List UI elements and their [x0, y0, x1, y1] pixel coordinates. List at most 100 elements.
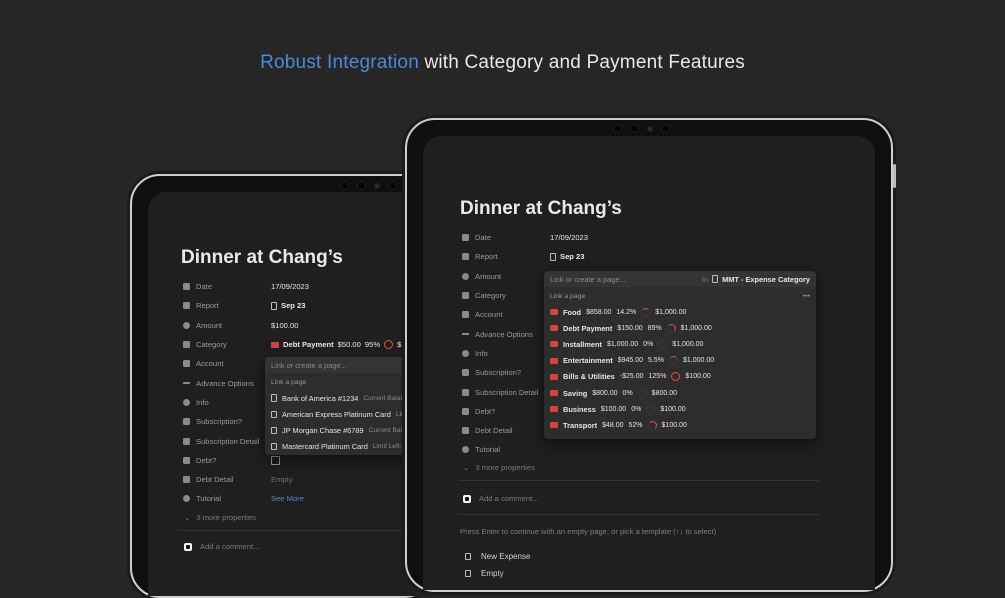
- property-row-report[interactable]: Report Sep 23: [183, 296, 408, 315]
- property-name: Subscription?: [462, 368, 550, 377]
- account-note: Current Balan: [363, 394, 405, 402]
- account-name: American Express Platinum Card: [282, 409, 391, 419]
- property-label: Account: [196, 359, 224, 369]
- divider: [458, 514, 819, 515]
- page-title: Dinner at Chang’s: [460, 198, 622, 219]
- more-properties-label: 3 more properties: [196, 513, 256, 522]
- property-name: Tutorial: [462, 445, 550, 454]
- property-row-tutorial[interactable]: Tutorial: [462, 440, 588, 459]
- value-text: See More: [271, 494, 304, 504]
- search-placeholder: Link or create a page...: [271, 360, 347, 370]
- link-search-input[interactable]: Link or create a page... In MMT - Expense…: [544, 271, 816, 287]
- template-new-expense[interactable]: New Expense: [465, 552, 530, 561]
- document-icon: [465, 569, 471, 578]
- more-properties-toggle[interactable]: ⌄ 3 more properties: [463, 463, 535, 472]
- debt-icon: [183, 456, 190, 464]
- target-database[interactable]: In MMT - Expense Category: [702, 275, 810, 284]
- document-icon: [271, 442, 277, 451]
- property-row-category[interactable]: Category Debt Payment $50.00 95% $1,: [183, 335, 408, 354]
- property-label: Subscription?: [475, 368, 522, 378]
- property-value[interactable]: Sep 23: [271, 301, 305, 310]
- category-spent: $858.00: [586, 308, 612, 316]
- property-row-amount[interactable]: Amount $100.00: [183, 316, 408, 335]
- property-label: Subscription Detail: [196, 436, 260, 446]
- installment-icon: [550, 341, 558, 348]
- document-icon: [271, 394, 277, 402]
- headline: Robust Integration with Category and Pay…: [0, 52, 1005, 74]
- account-note: Lin: [395, 410, 405, 418]
- property-value[interactable]: Empty: [271, 475, 293, 484]
- property-value[interactable]: $100.00: [271, 321, 298, 330]
- category-name: Food: [563, 307, 582, 317]
- tutorial-icon: [462, 446, 469, 454]
- property-row-date[interactable]: Date 17/09/2023: [462, 228, 588, 247]
- property-value[interactable]: Debt Payment $50.00 95% $1,: [271, 340, 408, 350]
- dropdown-items: Food $858.00 14.2% $1,000.00 Debt Payment $15…: [544, 304, 816, 434]
- category-option[interactable]: Business $100.00 0% $100.00: [544, 401, 816, 417]
- property-label: Advance Options: [475, 329, 533, 339]
- property-value[interactable]: See More: [271, 494, 304, 503]
- category-limit: $100.00: [661, 421, 687, 429]
- chevron-down-icon: ⌄: [184, 513, 191, 522]
- business-icon: [550, 406, 558, 413]
- category-option[interactable]: Saving $800.00 0% $800.00: [544, 385, 816, 401]
- category-percent: 0%: [622, 389, 633, 397]
- comment-box[interactable]: Add a comment...: [184, 542, 260, 551]
- value-text: 17/09/2023: [550, 233, 589, 243]
- property-row-debt-detail[interactable]: Debt Detail Empty: [183, 470, 408, 489]
- progress-ring-icon: [668, 356, 678, 366]
- left-screen: Dinner at Chang’s Date 17/09/2023 Report Se…: [148, 192, 432, 596]
- more-properties-label: 3 more properties: [475, 463, 535, 472]
- category-limit: $100.00: [685, 373, 711, 381]
- category-option[interactable]: Debt Payment $150.00 85% $1,000.00: [544, 320, 816, 336]
- property-name: Account: [462, 310, 550, 319]
- account-note: Current Bala: [368, 426, 406, 434]
- date-icon: [183, 283, 190, 291]
- account-name: Bank of America #1234: [282, 393, 359, 403]
- template-label: Empty: [481, 569, 504, 578]
- account-name: JP Morgan Chase #6789: [282, 425, 364, 435]
- category-name: Entertainment: [563, 356, 613, 366]
- category-name: Saving: [563, 388, 588, 398]
- category-option[interactable]: Installment $1,000.00 0% $1,000.00: [544, 336, 816, 352]
- camera-icon: [613, 124, 670, 133]
- more-icon[interactable]: •••: [803, 293, 810, 300]
- property-value[interactable]: Sep 23: [550, 252, 584, 261]
- category-option[interactable]: Food $858.00 14.2% $1,000.00: [544, 304, 816, 320]
- category-name: Debt Payment: [283, 340, 334, 350]
- progress-ring-icon: [641, 307, 651, 317]
- property-value[interactable]: 17/09/2023: [550, 233, 588, 242]
- dropdown-heading-label: Link a page: [550, 293, 586, 300]
- property-name: Category: [462, 291, 550, 300]
- ipad-right: Dinner at Chang’s Date 17/09/2023 Report Se…: [405, 118, 896, 592]
- category-option[interactable]: Bills & Utilities -$25.00 125% $100.00: [544, 369, 816, 385]
- category-name: Installment: [563, 339, 603, 349]
- advance-options-icon: [183, 382, 190, 384]
- category-option[interactable]: Entertainment $945.00 5.5% $1,000.00: [544, 353, 816, 369]
- property-name: Debt?: [462, 407, 550, 416]
- category-percent: 125%: [648, 373, 667, 381]
- database-name: MMT - Expense Category: [722, 274, 810, 284]
- property-label: Tutorial: [196, 494, 222, 504]
- debt-icon: [462, 407, 469, 415]
- more-properties-toggle[interactable]: ⌄ 3 more properties: [184, 513, 256, 522]
- category-option[interactable]: Transport $48.00 52% $100.00: [544, 417, 816, 433]
- subscription-icon: [462, 369, 469, 377]
- comment-box[interactable]: Add a comment...: [463, 494, 539, 503]
- category-limit: $1,000.00: [682, 357, 715, 365]
- comment-placeholder: Add a comment...: [200, 542, 260, 551]
- category-limit: $1,000.00: [680, 324, 712, 332]
- property-label: Debt Detail: [196, 475, 234, 485]
- template-empty[interactable]: Empty: [465, 569, 504, 578]
- property-value[interactable]: 17/09/2023: [271, 282, 309, 291]
- property-row-tutorial[interactable]: Tutorial See More: [183, 489, 408, 508]
- progress-ring-icon: [658, 339, 668, 349]
- property-row-date[interactable]: Date 17/09/2023: [183, 277, 408, 296]
- document-icon: [465, 552, 471, 561]
- category-spent: $48.00: [602, 421, 624, 429]
- report-icon: [183, 302, 190, 310]
- checkbox-icon[interactable]: [271, 455, 280, 465]
- property-value[interactable]: [271, 455, 280, 465]
- property-row-report[interactable]: Report Sep 23: [462, 247, 588, 266]
- property-name: Info: [183, 398, 271, 407]
